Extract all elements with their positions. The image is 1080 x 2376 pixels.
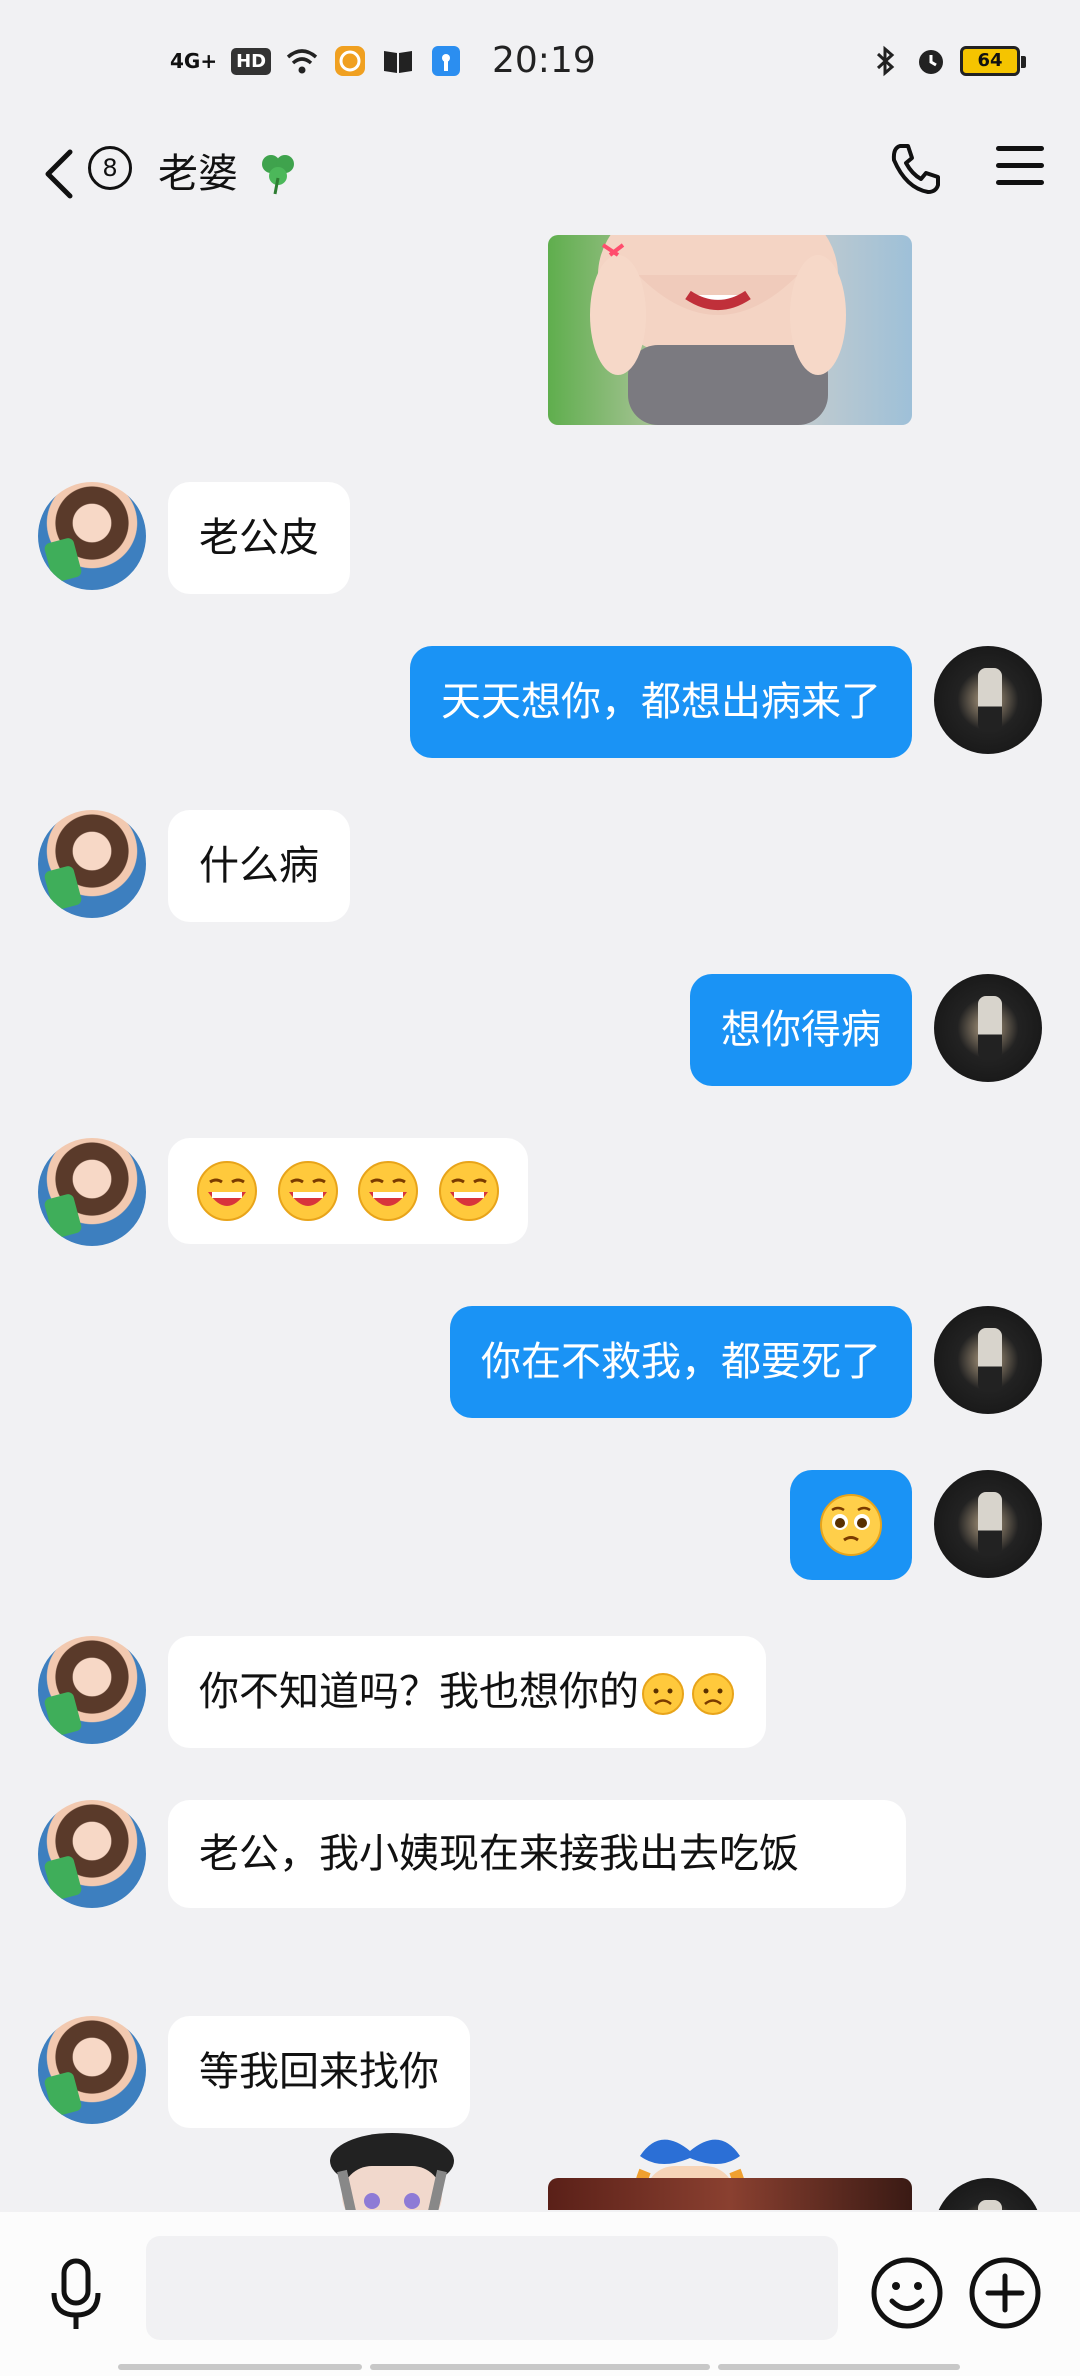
pleading-face-icon bbox=[820, 1494, 882, 1556]
chat-title: 老婆 bbox=[158, 151, 238, 197]
chat-header: 8 老婆 bbox=[0, 130, 1080, 230]
outgoing-emoji-message[interactable] bbox=[790, 1470, 912, 1580]
status-icons-left: 4G+ HD bbox=[170, 44, 463, 78]
status-icons-right: 64 bbox=[868, 44, 1026, 78]
my-avatar[interactable] bbox=[934, 1470, 1042, 1578]
contact-avatar[interactable] bbox=[38, 482, 146, 590]
laughing-face-icon bbox=[277, 1161, 338, 1221]
message-text: 你不知道吗？我也想你的 bbox=[199, 1669, 639, 1715]
laughing-face-icon bbox=[358, 1161, 419, 1221]
microphone-icon[interactable] bbox=[46, 2257, 106, 2333]
back-chevron-icon[interactable] bbox=[38, 144, 78, 204]
status-bar: 4G+ HD 20:19 64 bbox=[0, 0, 1080, 130]
incoming-message[interactable]: 老公皮 bbox=[168, 482, 350, 594]
unread-count-badge[interactable]: 8 bbox=[88, 146, 132, 190]
plus-icon[interactable] bbox=[968, 2256, 1042, 2330]
gesture-bar bbox=[118, 2364, 960, 2370]
my-avatar[interactable] bbox=[934, 646, 1042, 754]
hotspot-icon bbox=[432, 46, 461, 76]
incoming-emoji-message[interactable] bbox=[168, 1138, 529, 1244]
contact-avatar[interactable] bbox=[38, 1636, 146, 1744]
message-list[interactable]: 老公皮 天天想你，都想出病来了 什么病 想你得病 你在不救我，都要死了 你不知道… bbox=[0, 230, 1080, 2210]
battery-icon: 64 bbox=[960, 46, 1026, 76]
laughing-face-icon bbox=[197, 1161, 257, 1221]
my-avatar[interactable] bbox=[934, 2178, 1042, 2210]
image-message[interactable] bbox=[548, 235, 912, 425]
clock: 20:19 bbox=[492, 40, 596, 81]
message-input[interactable] bbox=[146, 2236, 838, 2340]
incoming-message[interactable]: 等我回来找你 bbox=[168, 2016, 470, 2128]
image-message[interactable] bbox=[548, 2178, 912, 2210]
sad-face-icon bbox=[692, 1673, 734, 1715]
contact-avatar[interactable] bbox=[38, 1138, 146, 1246]
outgoing-message[interactable]: 想你得病 bbox=[690, 974, 912, 1086]
contact-avatar[interactable] bbox=[38, 1800, 146, 1908]
outgoing-message[interactable]: 你在不救我，都要死了 bbox=[450, 1306, 912, 1418]
hd-badge: HD bbox=[231, 47, 272, 75]
smiley-icon[interactable] bbox=[870, 2256, 944, 2330]
input-bar bbox=[0, 2212, 1080, 2376]
laughing-face-icon bbox=[439, 1161, 500, 1221]
my-avatar[interactable] bbox=[934, 1306, 1042, 1414]
my-avatar[interactable] bbox=[934, 974, 1042, 1082]
app-notification-icon bbox=[335, 46, 366, 76]
incoming-message[interactable]: 你不知道吗？我也想你的 bbox=[168, 1636, 766, 1748]
incoming-message[interactable]: 什么病 bbox=[168, 810, 350, 922]
signal-icon: 4G+ bbox=[170, 49, 218, 73]
outgoing-message[interactable]: 天天想你，都想出病来了 bbox=[410, 646, 912, 758]
sticker-message[interactable] bbox=[322, 2126, 462, 2210]
menu-icon[interactable] bbox=[996, 146, 1044, 186]
phone-icon[interactable] bbox=[886, 140, 944, 198]
wifi-icon bbox=[286, 49, 318, 74]
alarm-icon bbox=[919, 50, 943, 74]
book-icon bbox=[384, 51, 413, 73]
sad-face-icon bbox=[642, 1673, 684, 1715]
bluetooth-icon bbox=[876, 45, 895, 77]
incoming-message[interactable]: 老公，我小姨现在来接我出去吃饭 bbox=[168, 1800, 906, 1908]
contact-avatar[interactable] bbox=[38, 2016, 146, 2124]
clover-icon bbox=[262, 155, 294, 195]
contact-avatar[interactable] bbox=[38, 810, 146, 918]
